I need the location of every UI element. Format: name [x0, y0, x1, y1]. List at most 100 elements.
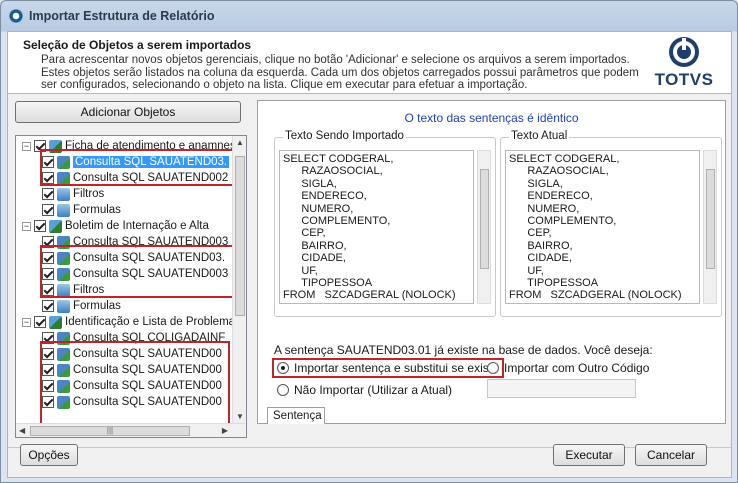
tree-node-item[interactable]: Filtros — [42, 186, 104, 202]
scroll-thumb[interactable] — [480, 169, 489, 269]
totvs-logo: TOTVS — [649, 36, 719, 90]
imported-sql-text[interactable]: SELECT CODGERAL, RAZAOSOCIAL, SIGLA, END… — [279, 150, 474, 304]
sentence-panel: O texto das sentenças é idêntico Texto S… — [257, 100, 726, 425]
collapse-icon[interactable]: − — [22, 317, 31, 327]
execute-button[interactable]: Executar — [553, 444, 625, 466]
folder-icon — [57, 299, 70, 313]
totvs-logo-icon — [669, 37, 699, 67]
import-dialog-window: Importar Estrutura de Relatório Seleção … — [0, 0, 738, 483]
import-question: A sentença SAUATEND03.01 já existe na ba… — [274, 343, 653, 357]
sql-line: CIDADE, — [509, 252, 572, 265]
radio-off-icon[interactable] — [277, 384, 289, 396]
folder-icon — [57, 187, 70, 201]
options-button[interactable]: Opções — [20, 444, 78, 466]
checkbox[interactable] — [34, 316, 46, 328]
tree-node-item[interactable]: Formulas — [42, 298, 121, 314]
tree-node-report[interactable]: − Identificação e Lista de Problema — [22, 314, 235, 330]
dialog-client-area: Seleção de Objetos a serem importados Pa… — [7, 31, 732, 478]
collapse-icon[interactable]: − — [22, 141, 31, 151]
scroll-up-icon[interactable]: ▲ — [236, 138, 244, 147]
current-sql-text[interactable]: SELECT CODGERAL, RAZAOSOCIAL, SIGLA, END… — [505, 150, 700, 304]
current-sql-scrollbar[interactable] — [703, 150, 717, 304]
tab-sentence[interactable]: Sentença — [267, 407, 325, 425]
sql-line: RAZAOSOCIAL, — [509, 165, 609, 178]
option-other-code[interactable]: Importar com Outro Código — [487, 361, 649, 375]
imported-sql-scrollbar[interactable] — [477, 150, 491, 304]
sql-line: SIGLA, — [509, 177, 563, 190]
sql-line: UF, — [283, 264, 318, 277]
sql-line: SELECT CODGERAL, — [509, 153, 620, 165]
tree-node-label: Identificação e Lista de Problema — [65, 316, 236, 328]
tree-horizontal-scrollbar[interactable]: ◀ ||| ▶ — [16, 423, 246, 437]
sql-line: NUMERO, — [509, 202, 580, 215]
checkbox[interactable] — [42, 204, 54, 216]
sql-line: RAZAOSOCIAL, — [283, 165, 383, 178]
tree-node-report[interactable]: − Boletim de Internação e Alta — [22, 218, 209, 234]
other-code-input — [487, 379, 636, 398]
sql-line: BAIRRO, — [283, 239, 347, 252]
checkbox[interactable] — [34, 220, 46, 232]
highlight-box — [40, 245, 235, 298]
header-title: Seleção de Objetos a serem importados — [23, 38, 252, 52]
scroll-thumb[interactable] — [706, 169, 715, 269]
tree-vertical-scrollbar[interactable]: ▲ ▼ — [232, 136, 246, 423]
option-replace[interactable]: Importar sentença e substitui se existir — [272, 358, 504, 378]
sql-line: UF, — [509, 264, 544, 277]
sql-line: SIGLA, — [283, 177, 337, 190]
scroll-down-icon[interactable]: ▼ — [236, 412, 244, 421]
sql-line: TIPOPESSOA — [283, 277, 373, 290]
header-description: Para acrescentar novos objetos gerenciai… — [41, 54, 641, 92]
scroll-right-icon[interactable]: ▶ — [222, 426, 228, 435]
header-description-line: Para acrescentar novos objetos gerenciai… — [41, 54, 630, 66]
title-bar: Importar Estrutura de Relatório — [1, 1, 737, 31]
tree-node-label: Formulas — [73, 204, 121, 216]
sql-line: ENDERECO, — [283, 190, 367, 203]
report-icon — [49, 219, 62, 233]
identical-notice: O texto das sentenças é idêntico — [404, 111, 579, 125]
option-no-import-label: Não Importar (Utilizar a Atual) — [294, 383, 453, 397]
header-description-line: Estes objetos serão listados na coluna d… — [41, 66, 639, 79]
sql-line: COMPLEMENTO, — [283, 215, 391, 228]
option-replace-label: Importar sentença e substitui se existir — [294, 361, 499, 375]
checkbox[interactable] — [42, 188, 54, 200]
logo-text: TOTVS — [654, 70, 714, 89]
object-tree[interactable]: − Ficha de atendimento e anamnes Consulta … — [15, 135, 247, 438]
scroll-thumb[interactable] — [235, 156, 245, 316]
radio-off-icon[interactable] — [487, 362, 499, 374]
current-text-group: Texto Atual SELECT CODGERAL, RAZAOSOCIAL… — [500, 130, 722, 317]
sql-line: BAIRRO, — [509, 239, 573, 252]
tab-strip — [257, 424, 726, 438]
option-no-import[interactable]: Não Importar (Utilizar a Atual) — [277, 383, 452, 397]
sql-line: SELECT CODGERAL, — [283, 153, 394, 165]
highlight-box — [40, 149, 235, 186]
folder-icon — [57, 203, 70, 217]
sql-line: WHERE CODCOLIGADA = — [509, 302, 696, 303]
radio-on-icon[interactable] — [277, 362, 289, 374]
tree-node-item[interactable]: Formulas — [42, 202, 121, 218]
app-icon — [9, 9, 23, 23]
sql-line: CIDADE, — [283, 252, 346, 265]
sql-line: WHERE CODCOLIGADA = — [283, 302, 470, 303]
imported-text-title: Texto Sendo Importado — [283, 130, 406, 142]
header-panel: Seleção de Objetos a serem importados Pa… — [8, 32, 731, 94]
scroll-thumb[interactable]: ||| — [30, 426, 190, 436]
sql-line: FROM SZCADGERAL (NOLOCK) — [283, 289, 456, 302]
sql-line: COMPLEMENTO, — [509, 215, 617, 228]
tree-node-label: Filtros — [73, 188, 105, 200]
header-description-line: ser configurados, selecionando o objeto … — [41, 79, 528, 91]
sql-lines: SELECT CODGERAL, RAZAOSOCIAL, SIGLA, END… — [509, 153, 696, 303]
cancel-button[interactable]: Cancelar — [635, 444, 707, 466]
tree-node-label: Formulas — [73, 300, 121, 312]
scroll-left-icon[interactable]: ◀ — [19, 426, 25, 435]
option-other-code-label: Importar com Outro Código — [504, 361, 650, 375]
highlight-box — [40, 341, 230, 429]
report-icon — [49, 315, 62, 329]
checkbox[interactable] — [42, 300, 54, 312]
window-title: Importar Estrutura de Relatório — [29, 9, 215, 23]
add-objects-button[interactable]: Adicionar Objetos — [15, 101, 241, 123]
current-text-title: Texto Atual — [509, 130, 570, 142]
sql-line: CEP, — [283, 227, 326, 240]
tree-node-label: Boletim de Internação e Alta — [65, 220, 209, 232]
collapse-icon[interactable]: − — [22, 221, 31, 231]
sql-lines: SELECT CODGERAL, RAZAOSOCIAL, SIGLA, END… — [283, 153, 470, 303]
